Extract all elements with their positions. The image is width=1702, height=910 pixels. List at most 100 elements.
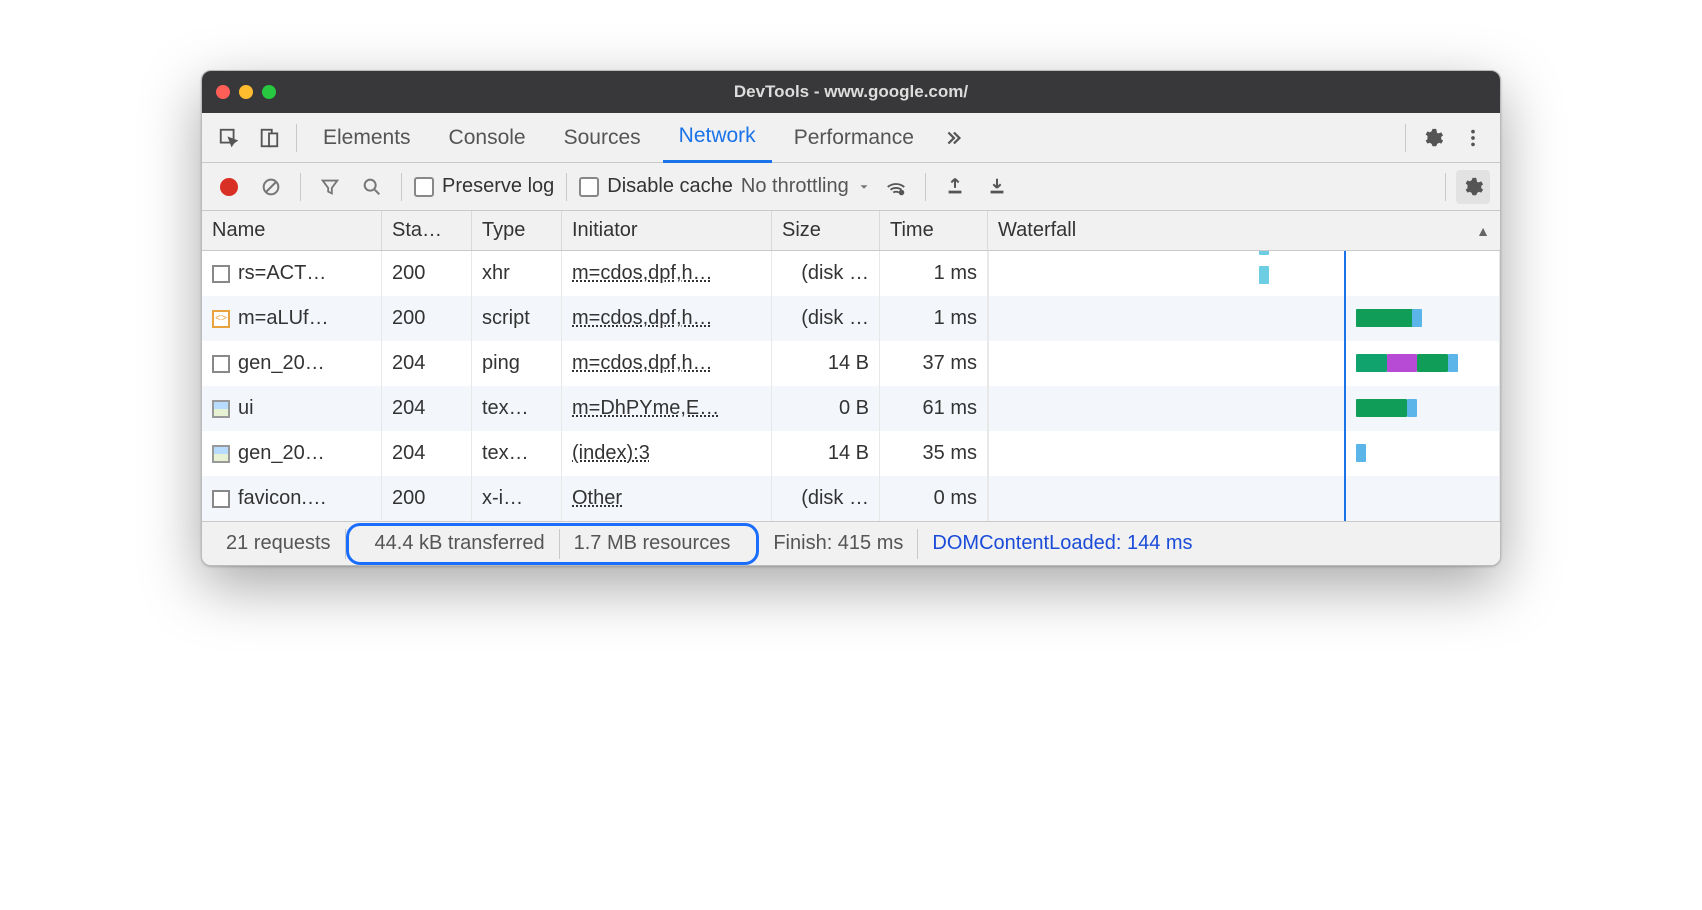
throttling-select[interactable]: No throttling [741,175,871,198]
row-waterfall [988,476,1500,521]
search-icon[interactable] [355,170,389,204]
network-conditions-icon[interactable] [879,170,913,204]
row-waterfall [988,341,1500,386]
col-name[interactable]: Name [202,211,382,250]
row-name: rs=ACT… [238,262,326,285]
disable-cache-label: Disable cache [607,175,733,198]
divider [1445,173,1446,201]
col-type[interactable]: Type [472,211,562,250]
row-waterfall [988,251,1500,296]
divider [925,173,926,201]
row-name: gen_20… [238,352,325,375]
row-size: 0 B [772,386,880,431]
network-toolbar: Preserve log Disable cache No throttling [202,163,1500,211]
row-type: x-i… [472,476,562,521]
row-time: 1 ms [880,296,988,341]
row-time: 35 ms [880,431,988,476]
row-time: 37 ms [880,341,988,386]
tab-performance[interactable]: Performance [778,113,930,163]
row-initiator[interactable]: (index):3 [572,442,650,465]
script-file-icon: <> [212,310,230,328]
row-size: (disk … [772,296,880,341]
zoom-window-button[interactable] [262,85,276,99]
export-har-icon[interactable] [980,170,1014,204]
divider [300,173,301,201]
row-type: tex… [472,431,562,476]
status-domcontentloaded: DOMContentLoaded: 144 ms [918,529,1206,559]
devtools-window: DevTools - www.google.com/ Elements Cons… [201,70,1501,566]
col-initiator[interactable]: Initiator [562,211,772,250]
disable-cache-checkbox[interactable]: Disable cache [579,175,733,198]
minimize-window-button[interactable] [239,85,253,99]
table-row[interactable]: ui 204 tex… m=DhPYme,E… 0 B 61 ms [202,386,1500,431]
row-status: 200 [382,476,472,521]
row-initiator[interactable]: m=cdos,dpf,h… [572,262,713,285]
divider [566,173,567,201]
tab-elements[interactable]: Elements [307,113,427,163]
col-status[interactable]: Sta… [382,211,472,250]
col-waterfall[interactable]: Waterfall ▲ [988,211,1500,250]
document-file-icon [212,490,230,508]
tab-network[interactable]: Network [663,113,772,163]
preserve-log-checkbox[interactable]: Preserve log [414,175,554,198]
record-button[interactable] [212,170,246,204]
row-initiator[interactable]: m=DhPYme,E… [572,397,719,420]
traffic-lights [216,85,276,99]
chevron-down-icon [857,180,871,194]
import-har-icon[interactable] [938,170,972,204]
network-table-body: rs=ACT… 200 xhr m=cdos,dpf,h… (disk … 1 … [202,251,1500,521]
sort-indicator-icon: ▲ [1476,223,1490,239]
document-file-icon [212,355,230,373]
row-time: 61 ms [880,386,988,431]
row-name: gen_20… [238,442,325,465]
row-name: ui [238,397,254,420]
row-name: m=aLUf… [238,307,329,330]
preserve-log-label: Preserve log [442,175,554,198]
row-status: 200 [382,296,472,341]
row-status: 204 [382,341,472,386]
status-resources: 1.7 MB resources [560,529,745,559]
kebab-menu-icon[interactable] [1456,121,1490,155]
table-row[interactable]: <>m=aLUf… 200 script m=cdos,dpf,h… (disk… [202,296,1500,341]
status-finish: Finish: 415 ms [759,529,918,559]
table-row[interactable]: gen_20… 204 tex… (index):3 14 B 35 ms [202,431,1500,476]
device-toolbar-icon[interactable] [252,121,286,155]
row-initiator[interactable]: m=cdos,dpf,h… [572,352,713,375]
row-size: (disk … [772,251,880,296]
tab-sources[interactable]: Sources [548,113,657,163]
table-row[interactable]: rs=ACT… 200 xhr m=cdos,dpf,h… (disk … 1 … [202,251,1500,296]
network-settings-icon[interactable] [1456,170,1490,204]
status-bar: 21 requests 44.4 kB transferred 1.7 MB r… [202,521,1500,565]
row-time: 1 ms [880,251,988,296]
titlebar: DevTools - www.google.com/ [202,71,1500,113]
row-waterfall [988,386,1500,431]
row-size: 14 B [772,341,880,386]
status-requests: 21 requests [212,529,346,559]
document-file-icon [212,265,230,283]
row-size: 14 B [772,431,880,476]
row-waterfall [988,296,1500,341]
settings-icon[interactable] [1416,121,1450,155]
divider [1405,124,1406,152]
table-row[interactable]: favicon.… 200 x-i… Other (disk … 0 ms [202,476,1500,521]
clear-button[interactable] [254,170,288,204]
close-window-button[interactable] [216,85,230,99]
row-size: (disk … [772,476,880,521]
inspect-element-icon[interactable] [212,121,246,155]
row-initiator[interactable]: Other [572,487,622,510]
tab-console[interactable]: Console [433,113,542,163]
col-size[interactable]: Size [772,211,880,250]
status-transferred: 44.4 kB transferred [361,529,560,559]
devtools-tabbar: Elements Console Sources Network Perform… [202,113,1500,163]
row-type: xhr [472,251,562,296]
row-initiator[interactable]: m=cdos,dpf,h… [572,307,713,330]
network-table-header: Name Sta… Type Initiator Size Time Water… [202,211,1500,251]
image-file-icon [212,400,230,418]
more-tabs-icon[interactable] [936,121,970,155]
filter-icon[interactable] [313,170,347,204]
row-status: 204 [382,431,472,476]
status-highlight: 44.4 kB transferred 1.7 MB resources [346,523,760,565]
throttling-label: No throttling [741,175,849,198]
table-row[interactable]: gen_20… 204 ping m=cdos,dpf,h… 14 B 37 m… [202,341,1500,386]
col-time[interactable]: Time [880,211,988,250]
